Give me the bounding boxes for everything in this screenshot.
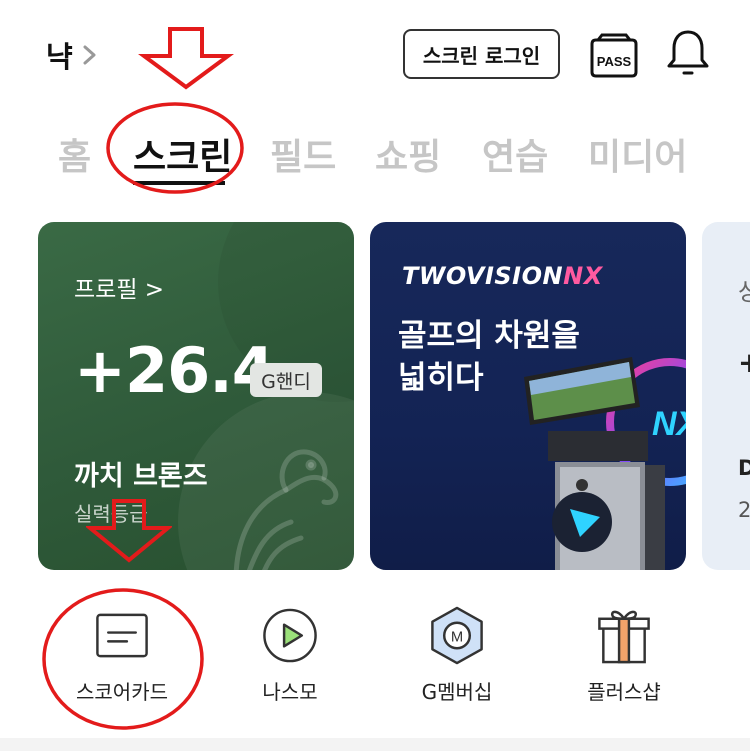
ad-brand-logo: TWOVISIONNX <box>402 262 603 290</box>
brand-prefix: TWOVISION <box>402 262 564 290</box>
main-tabs: 홈 스크린 필드 쇼핑 연습 미디어 <box>0 120 750 190</box>
user-name: 냑 <box>46 40 73 74</box>
handicap-value: +26.4 <box>74 334 275 407</box>
user-menu[interactable]: 냑 <box>46 34 99 76</box>
twovision-nx-banner[interactable]: TWOVISIONNX 골프의 차원을 넓히다 NX <box>370 222 686 570</box>
tab-practice[interactable]: 연습 <box>482 128 548 180</box>
scorecard-icon <box>96 613 148 658</box>
tab-media[interactable]: 미디어 <box>588 128 687 180</box>
profile-card[interactable]: 프로필 > +26.4 G핸디 까치 브론즈 실력등급 <box>38 222 354 570</box>
magpie-bird-icon <box>233 449 339 570</box>
tab-screen[interactable]: 스크린 <box>133 128 232 180</box>
profile-link[interactable]: 프로필 > <box>74 270 164 304</box>
g-membership-label: G멤버십 <box>421 680 493 704</box>
g-membership-menu[interactable]: M G멤버십 <box>387 605 527 705</box>
grade-label: 실력등급 <box>74 502 148 526</box>
third-card-title: 상 <box>738 278 750 306</box>
bottom-divider <box>0 738 750 751</box>
scorecard-menu[interactable]: 스코어카드 <box>52 605 192 705</box>
plus-shop-menu[interactable]: 플러스샵 <box>554 605 694 705</box>
active-tab-indicator <box>133 181 225 185</box>
nasmo-menu[interactable]: 나스모 <box>220 605 360 705</box>
third-card-value: + <box>738 346 750 379</box>
chevron-right-icon <box>83 45 96 65</box>
header: 냑 스크린 로그인 PASS <box>0 0 750 110</box>
third-card-sub: 2 <box>738 498 750 522</box>
membership-badge-icon: M <box>431 606 483 665</box>
pass-icon[interactable]: PASS <box>588 32 640 78</box>
handicap-badge: G핸디 <box>250 363 322 397</box>
play-icon <box>263 608 317 663</box>
grade-name: 까치 브론즈 <box>74 461 208 492</box>
scorecard-label: 스코어카드 <box>76 680 168 704</box>
golf-simulator-product-image: NX <box>524 357 686 570</box>
brand-suffix: NX <box>563 262 603 290</box>
third-card-peek[interactable]: 상 + D 2 <box>702 222 750 570</box>
plus-shop-label: 플러스샵 <box>587 680 661 704</box>
svg-text:M: M <box>451 629 463 645</box>
gift-icon <box>598 610 650 664</box>
third-card-label: D <box>738 456 750 480</box>
tab-field[interactable]: 필드 <box>270 128 336 180</box>
nasmo-label: 나스모 <box>262 680 318 704</box>
tab-shopping[interactable]: 쇼핑 <box>375 128 441 180</box>
tab-home[interactable]: 홈 <box>58 128 91 180</box>
ad-headline-2: 넓히다 <box>398 360 484 396</box>
screen-login-button[interactable]: 스크린 로그인 <box>403 29 560 79</box>
pass-label: PASS <box>597 54 632 69</box>
screen-badge: NX <box>652 405 686 443</box>
bell-icon[interactable] <box>665 28 711 78</box>
